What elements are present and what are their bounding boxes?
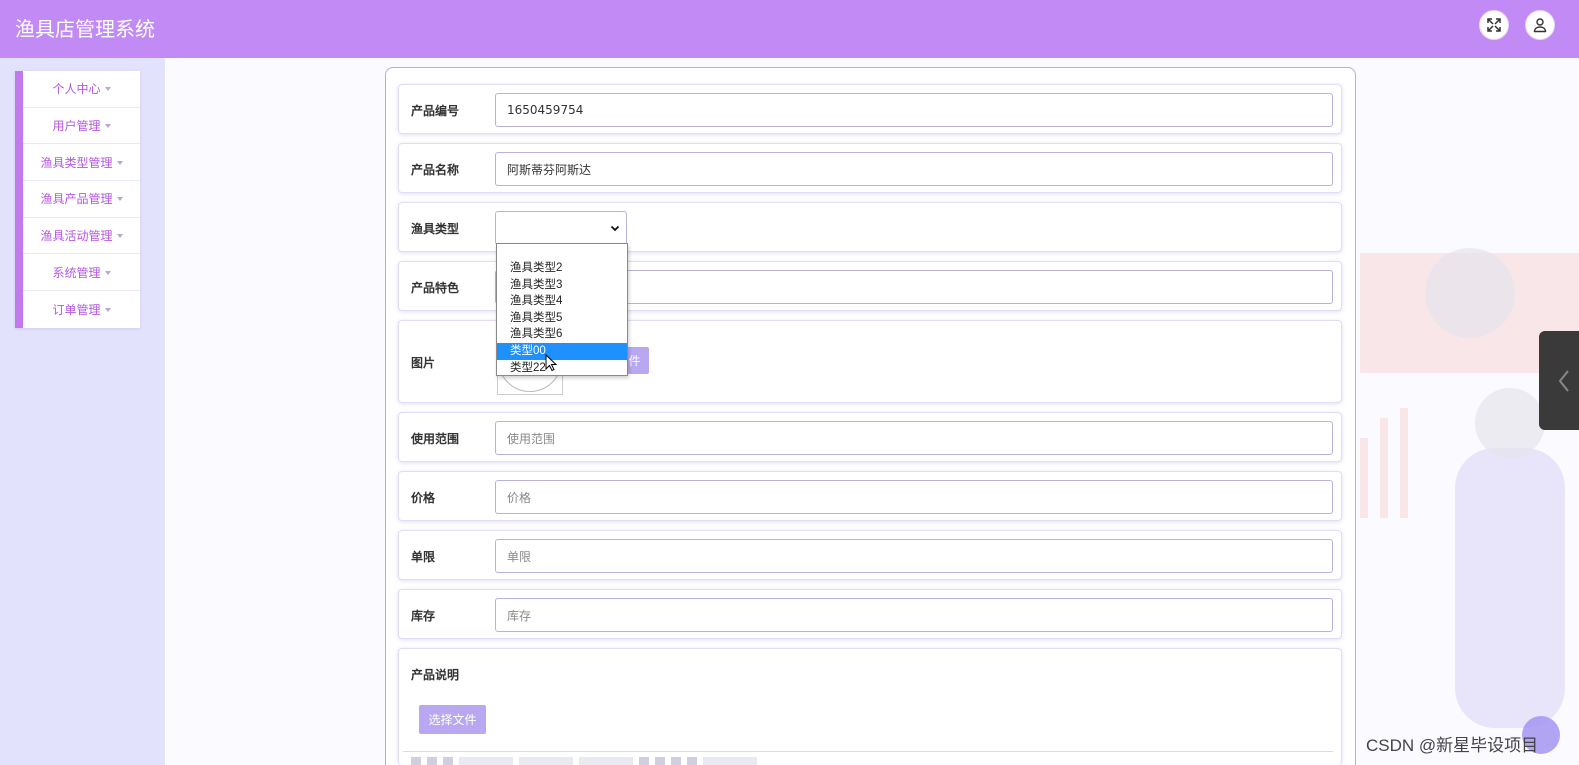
sidebar-item-label: 渔具产品管理 — [40, 192, 113, 207]
sidebar-item-system-management[interactable]: 系统管理 — [23, 254, 140, 292]
product-no-label: 产品编号 — [411, 104, 460, 118]
top-header: 渔具店管理系统 — [0, 0, 1579, 58]
form-row-price: 价格 价格 — [398, 471, 1342, 521]
user-icon — [1533, 18, 1547, 33]
toolbar-button[interactable] — [427, 757, 437, 765]
description-upload-button[interactable]: 选择文件 — [419, 705, 486, 734]
toolbar-button[interactable] — [655, 757, 665, 765]
form-row-stock: 库存 库存 — [398, 589, 1342, 639]
product-name-input[interactable]: 阿斯蒂芬阿斯达 — [495, 152, 1333, 186]
toolbar-select[interactable] — [703, 757, 757, 765]
chevron-down-icon — [610, 225, 620, 232]
toolbar-button[interactable] — [671, 757, 681, 765]
sidebar-item-label: 订单管理 — [52, 302, 101, 317]
stock-input[interactable]: 库存 — [495, 598, 1333, 632]
description-label: 产品说明 — [411, 668, 460, 682]
dropdown-option[interactable]: 渔具类型3 — [497, 277, 627, 294]
sidebar-item-label: 系统管理 — [52, 265, 101, 280]
caret-down-icon — [116, 160, 123, 165]
sidebar-item-user-management[interactable]: 用户管理 — [23, 108, 140, 145]
fullscreen-button[interactable] — [1479, 10, 1509, 40]
form-row-limit: 单限 单限 — [398, 530, 1342, 580]
caret-down-icon — [104, 270, 111, 275]
user-button[interactable] — [1525, 10, 1555, 40]
gear-type-select[interactable] — [495, 211, 627, 245]
caret-down-icon — [116, 197, 123, 202]
app-title: 渔具店管理系统 — [15, 17, 155, 41]
background-illustration — [1400, 408, 1408, 518]
dropdown-option-selected[interactable]: 类型00 — [497, 342, 627, 360]
sidebar-item-gear-product-management[interactable]: 渔具产品管理 — [23, 181, 140, 218]
sidebar-item-label: 渔具类型管理 — [40, 155, 113, 170]
form-row-product-name: 产品名称 阿斯蒂芬阿斯达 — [398, 143, 1342, 193]
background-illustration — [1425, 248, 1515, 338]
sidebar-item-label: 个人中心 — [52, 82, 101, 97]
toolbar-button[interactable] — [443, 757, 453, 765]
caret-down-icon — [104, 87, 111, 92]
expand-icon — [1487, 18, 1501, 32]
limit-label: 单限 — [411, 550, 436, 564]
sidebar-menu: 个人中心 用户管理 渔具类型管理 渔具产品管理 渔具活动管理 系统管理 订单管理 — [15, 71, 140, 328]
caret-down-icon — [116, 234, 123, 239]
dropdown-option[interactable]: 渔具类型6 — [497, 326, 627, 343]
editor-toolbar — [403, 751, 1333, 765]
price-label: 价格 — [411, 491, 436, 505]
toolbar-button[interactable] — [411, 757, 421, 765]
upload-button-label: 件 — [628, 354, 641, 368]
toolbar-button[interactable] — [639, 757, 649, 765]
sidebar-item-label: 用户管理 — [52, 119, 101, 134]
form-row-product-no: 产品编号 1650459754 — [398, 84, 1342, 134]
sidebar-item-label: 渔具活动管理 — [40, 229, 113, 244]
toolbar-button[interactable] — [687, 757, 697, 765]
gear-type-dropdown: 渔具类型2 渔具类型3 渔具类型4 渔具类型5 渔具类型6 类型00 类型22 — [496, 243, 628, 376]
stock-label: 库存 — [411, 609, 436, 623]
toolbar-select[interactable] — [459, 757, 513, 765]
dropdown-option[interactable]: 类型22 — [497, 360, 627, 377]
sidebar-item-gear-activity-management[interactable]: 渔具活动管理 — [23, 218, 140, 255]
mouse-cursor-icon — [545, 354, 557, 372]
image-label: 图片 — [411, 356, 436, 370]
scope-input[interactable]: 使用范围 — [495, 421, 1333, 455]
side-panel-toggle[interactable] — [1539, 331, 1579, 430]
product-name-label: 产品名称 — [411, 163, 460, 177]
gear-type-label: 渔具类型 — [411, 222, 460, 236]
sidebar-item-gear-type-management[interactable]: 渔具类型管理 — [23, 144, 140, 182]
background-illustration — [1475, 388, 1545, 458]
feature-label: 产品特色 — [411, 281, 460, 295]
background-illustration — [1360, 438, 1368, 518]
price-input[interactable]: 价格 — [495, 480, 1333, 514]
background-illustration — [1455, 448, 1565, 728]
toolbar-select[interactable] — [579, 757, 633, 765]
sidebar-item-order-management[interactable]: 订单管理 — [23, 291, 140, 328]
chevron-left-icon — [1558, 370, 1569, 392]
caret-down-icon — [104, 307, 111, 312]
scope-label: 使用范围 — [411, 432, 460, 446]
upload-button-label: 选择文件 — [428, 713, 477, 727]
limit-input[interactable]: 单限 — [495, 539, 1333, 573]
toolbar-select[interactable] — [519, 757, 573, 765]
sidebar-item-personal-center[interactable]: 个人中心 — [23, 71, 140, 108]
watermark: CSDN @新星毕设项目 — [1366, 736, 1539, 755]
product-no-input[interactable]: 1650459754 — [495, 93, 1333, 127]
dropdown-option[interactable]: 渔具类型2 — [497, 260, 627, 277]
background-illustration — [1380, 418, 1388, 518]
caret-down-icon — [104, 124, 111, 129]
dropdown-option[interactable]: 渔具类型5 — [497, 310, 627, 327]
form-row-description: 产品说明 — [398, 648, 1342, 765]
form-row-scope: 使用范围 使用范围 — [398, 412, 1342, 462]
dropdown-option[interactable]: 渔具类型4 — [497, 293, 627, 310]
